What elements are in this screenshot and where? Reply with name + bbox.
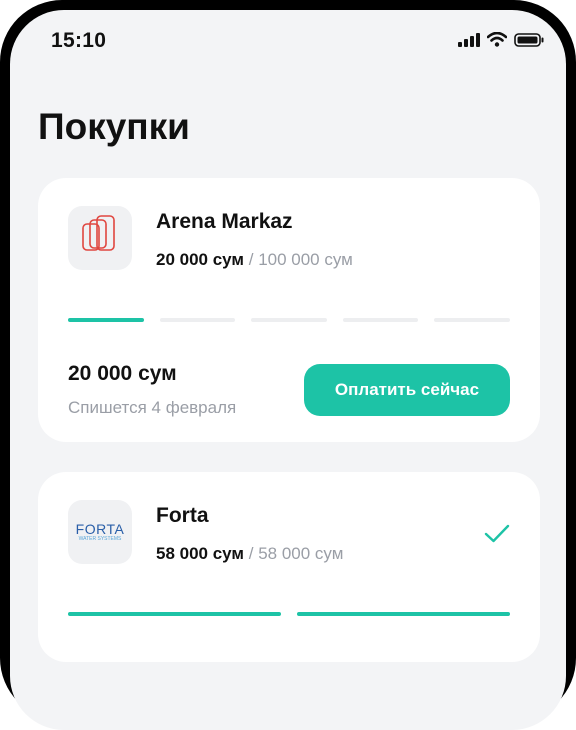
total-amount: 100 000 сум [258,250,353,269]
total-amount: 58 000 сум [258,544,344,563]
page-title: Покупки [38,106,190,147]
forta-logo-text: FORTA [75,521,125,537]
phone-frame: 15:10 Покупки Arena Markaz 20 000 сум / … [0,0,576,730]
cellular-signal-icon [458,32,480,52]
arena-markaz-logo-icon [80,214,120,263]
paid-amount: 20 000 сум [156,250,244,269]
status-time: 15:10 [51,29,107,52]
paid-amount: 58 000 сум [156,544,244,563]
merchant-name: Arena Markaz [156,210,293,233]
next-payment-date: Спишется 4 февраля [68,398,237,417]
purchase-card[interactable]: FORTA WATER SYSTEMS Forta 58 000 сум / 5… [38,472,540,662]
progress-segment [342,318,419,322]
pay-now-button[interactable]: Оплатить сейчас [304,364,510,416]
checkmark-icon [484,524,510,549]
progress-segment [251,318,327,322]
forta-logo-subtext: WATER SYSTEMS [78,536,122,542]
progress-segment [297,612,510,616]
battery-icon [514,32,544,52]
merchant-logo [68,206,132,270]
forta-logo: FORTA WATER SYSTEMS [76,522,125,542]
merchant-name: Forta [156,504,209,527]
status-icons [458,31,544,52]
amount-separator: / [248,250,254,269]
payment-amounts: 58 000 сум / 58 000 сум [156,544,343,564]
progress-segment [159,318,236,322]
next-payment-amount: 20 000 сум [68,362,177,385]
progress-segment [434,318,510,322]
amount-separator: / [248,544,254,563]
payment-progress [68,318,510,322]
app-screen: 15:10 Покупки Arena Markaz 20 000 сум / … [10,10,566,730]
wifi-icon [486,31,508,52]
payment-progress [68,612,510,616]
purchase-card[interactable]: Arena Markaz 20 000 сум / 100 000 сум 20… [38,178,540,442]
progress-segment [68,612,281,616]
merchant-logo: FORTA WATER SYSTEMS [68,500,132,564]
payment-amounts: 20 000 сум / 100 000 сум [156,250,353,270]
progress-segment [68,318,144,322]
